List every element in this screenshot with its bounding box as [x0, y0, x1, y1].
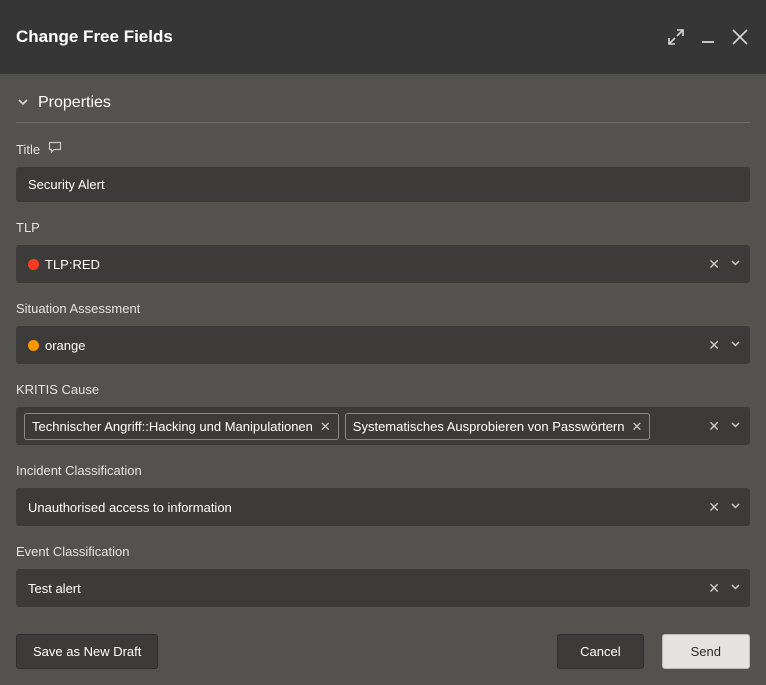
chip-remove-icon[interactable]: ✕ [320, 420, 331, 433]
label-text: TLP [16, 220, 40, 235]
clear-icon[interactable]: ✕ [708, 581, 720, 595]
label-text: Event Classification [16, 544, 129, 559]
select-value: TLP:RED [45, 257, 100, 272]
color-dot-icon [28, 340, 39, 351]
chevron-down-icon [16, 95, 30, 112]
chip: Systematisches Ausprobieren von Passwört… [345, 413, 651, 440]
clear-icon[interactable]: ✕ [708, 338, 720, 352]
chevron-down-icon[interactable] [729, 580, 742, 596]
dialog-title: Change Free Fields [16, 27, 173, 47]
speech-bubble-icon[interactable] [48, 141, 62, 157]
clear-icon[interactable]: ✕ [708, 500, 720, 514]
section-title: Properties [38, 94, 111, 112]
dialog-footer: Save as New Draft Cancel Send [16, 634, 750, 669]
field-situation: Situation Assessment orange ✕ [16, 301, 750, 364]
clear-icon[interactable]: ✕ [708, 419, 720, 433]
select-value: Unauthorised access to information [28, 500, 232, 515]
window-controls [666, 27, 750, 47]
dialog-body: Properties Title TLP TLP:RED ✕ [0, 74, 766, 623]
field-kritis: KRITIS Cause Technischer Angriff::Hackin… [16, 382, 750, 445]
chevron-down-icon[interactable] [729, 418, 742, 434]
label-text: Situation Assessment [16, 301, 140, 316]
chip-remove-icon[interactable]: ✕ [631, 420, 642, 433]
chip-label: Technischer Angriff::Hacking und Manipul… [32, 419, 313, 434]
field-incident: Incident Classification Unauthorised acc… [16, 463, 750, 526]
field-label: Title [16, 141, 750, 157]
event-select[interactable]: Test alert ✕ [16, 569, 750, 607]
dialog-header: Change Free Fields [0, 0, 766, 74]
save-draft-button[interactable]: Save as New Draft [16, 634, 158, 669]
section-header[interactable]: Properties [16, 94, 750, 123]
select-value: Test alert [28, 581, 81, 596]
field-label: Incident Classification [16, 463, 750, 478]
minimize-icon[interactable] [700, 29, 716, 45]
cancel-button[interactable]: Cancel [557, 634, 643, 669]
field-tlp: TLP TLP:RED ✕ [16, 220, 750, 283]
select-value: orange [45, 338, 85, 353]
label-text: Incident Classification [16, 463, 142, 478]
tlp-select[interactable]: TLP:RED ✕ [16, 245, 750, 283]
field-label: Event Classification [16, 544, 750, 559]
situation-select[interactable]: orange ✕ [16, 326, 750, 364]
clear-icon[interactable]: ✕ [708, 257, 720, 271]
field-label: KRITIS Cause [16, 382, 750, 397]
chevron-down-icon[interactable] [729, 337, 742, 353]
field-label: Situation Assessment [16, 301, 750, 316]
field-title: Title [16, 141, 750, 202]
label-text: Title [16, 142, 40, 157]
chip: Technischer Angriff::Hacking und Manipul… [24, 413, 339, 440]
send-button[interactable]: Send [662, 634, 750, 669]
field-label: TLP [16, 220, 750, 235]
chip-label: Systematisches Ausprobieren von Passwört… [353, 419, 625, 434]
kritis-select[interactable]: Technischer Angriff::Hacking und Manipul… [16, 407, 750, 445]
close-icon[interactable] [730, 27, 750, 47]
color-dot-icon [28, 259, 39, 270]
field-event: Event Classification Test alert ✕ [16, 544, 750, 607]
chevron-down-icon[interactable] [729, 499, 742, 515]
incident-select[interactable]: Unauthorised access to information ✕ [16, 488, 750, 526]
expand-icon[interactable] [666, 27, 686, 47]
chevron-down-icon[interactable] [729, 256, 742, 272]
title-input[interactable] [16, 167, 750, 202]
label-text: KRITIS Cause [16, 382, 99, 397]
